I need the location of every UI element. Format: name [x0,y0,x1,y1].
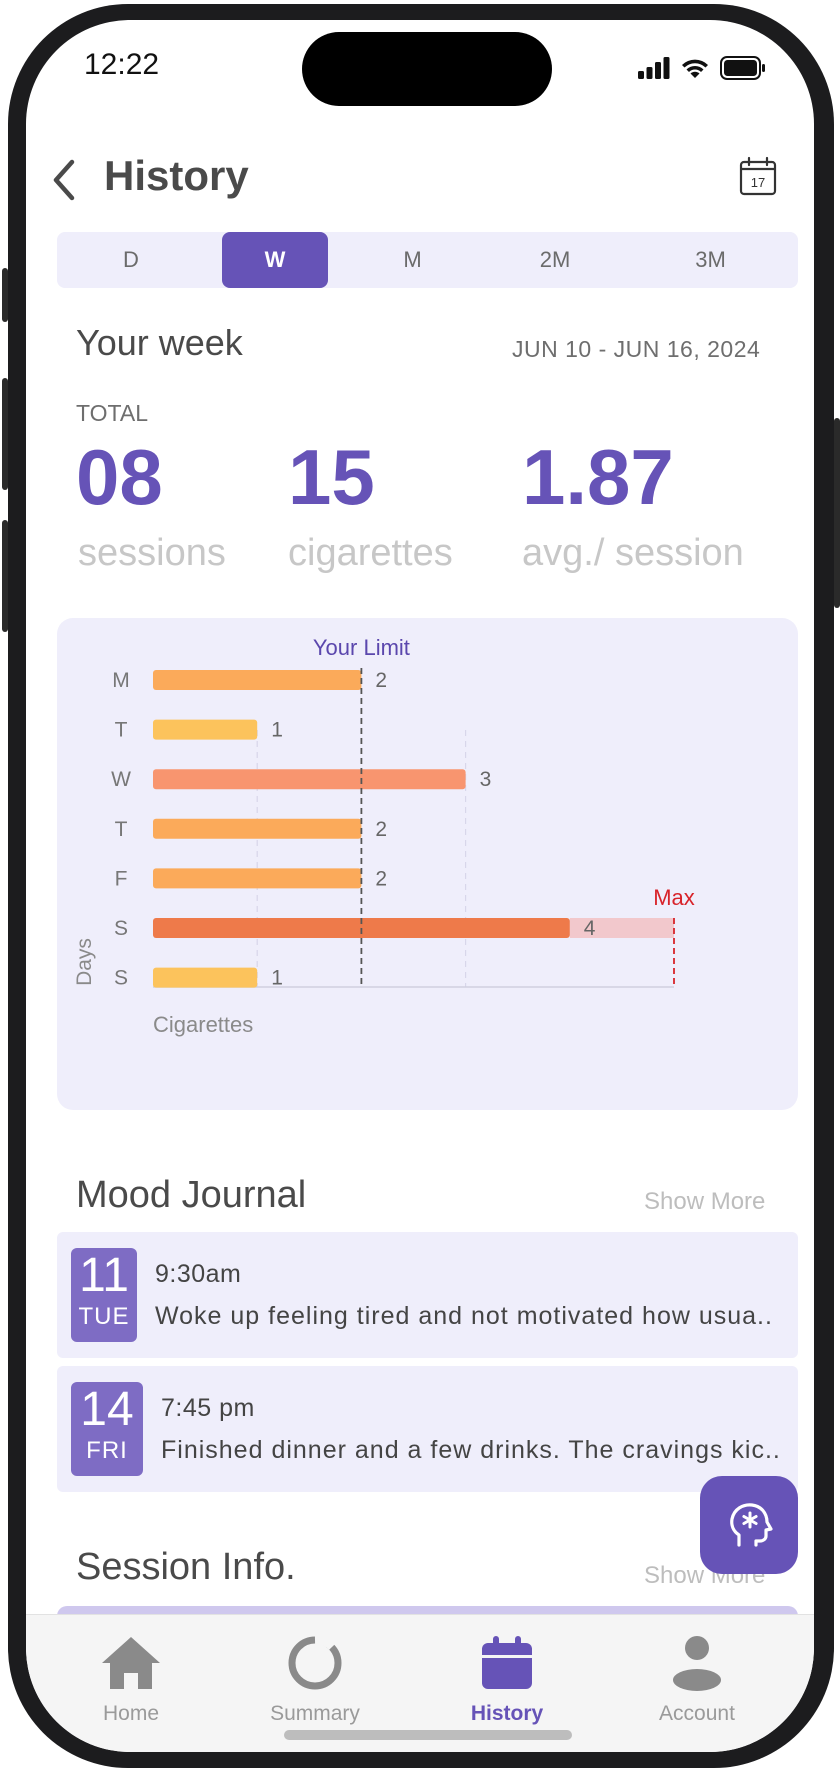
power-button [834,418,840,608]
day-label: T [115,818,128,841]
tab-account-label: Account [659,1702,735,1725]
calendar-icon [482,1636,532,1689]
range-tab-week[interactable]: W [222,232,328,288]
day-label: S [114,917,128,940]
journal-entry-time: 9:30am [155,1260,242,1288]
tab-home-label: Home [102,1702,160,1725]
page-title: History [104,152,249,199]
avg-per-session-label: avg./ session [522,532,744,574]
day-label: M [112,669,130,692]
mind-head-icon [730,1503,773,1547]
tab-history-label: History [470,1702,544,1725]
range-tab-day[interactable]: D [57,232,205,288]
journal-entry-day: 14 [80,1383,134,1436]
sessions-count: 08 [76,433,163,521]
total-label: TOTAL [76,400,148,426]
journal-entry-weekday: FRI [86,1437,128,1464]
tab-account[interactable]: Account [622,1635,772,1726]
max-label: Max [653,885,695,910]
mood-journal-title: Mood Journal [76,1174,307,1216]
range-tab-month[interactable]: M [345,232,480,288]
battery-icon [720,56,765,80]
journal-entry-weekday: TUE [78,1303,130,1330]
tab-history[interactable]: History [432,1635,582,1726]
mood-journal-show-more[interactable]: Show More [644,1188,765,1216]
tab-home[interactable]: Home [56,1635,206,1726]
volume-down-button [2,520,8,632]
range-selector: D W M 2M 3M [57,232,798,288]
bar-value-label: 2 [375,669,387,692]
mindfulness-fab[interactable] [700,1476,798,1574]
bar [153,670,362,690]
ring-icon [288,1636,342,1690]
y-axis-title: Days [73,938,96,986]
mute-switch [2,268,8,322]
x-axis-title: Cigarettes [153,1012,253,1037]
screen: 12:22 History 17 D W M 2M 3M Your week J… [26,20,814,1752]
journal-entry[interactable]: 11 TUE 9:30am Woke up feeling tired and … [57,1232,798,1358]
journal-entry-time: 7:45 pm [161,1394,255,1422]
bar-value-label: 1 [271,719,283,742]
bar-value-label: 4 [584,917,596,940]
calendar-day-number: 17 [751,175,765,190]
bar-value-label: 2 [375,867,387,890]
day-label: S [114,967,128,990]
bar [153,818,362,839]
range-tab-3-months[interactable]: 3M [623,232,798,288]
bar [153,769,466,790]
person-icon [673,1636,721,1691]
week-date-range: JUN 10 - JUN 16, 2024 [512,336,761,362]
journal-entry-text: Woke up feeling tired and not motivated … [155,1302,773,1330]
calendar-icon: 17 [739,156,777,196]
day-label: F [115,867,128,890]
journal-entry-date: 11 TUE [71,1248,137,1342]
journal-entry[interactable]: 14 FRI 7:45 pm Finished dinner and a few… [57,1366,798,1492]
bar-value-label: 2 [375,818,387,841]
home-indicator [284,1730,572,1740]
limit-label: Your Limit [313,635,410,660]
bar [153,868,362,889]
calendar-button[interactable]: 17 [738,156,778,196]
dynamic-island [302,32,552,106]
day-label: T [115,719,128,742]
bar [153,967,258,988]
tab-summary[interactable]: Summary [240,1635,390,1726]
bar-value-label: 3 [480,768,492,791]
wifi-icon [682,59,708,78]
status-time: 12:22 [84,48,160,81]
status-icons [638,56,766,80]
chevron-left-icon [53,159,75,201]
cigarettes-label: cigarettes [288,532,453,574]
sessions-label: sessions [78,532,226,574]
home-icon [102,1637,160,1689]
journal-entry-day: 11 [79,1249,129,1302]
avg-per-session-value: 1.87 [522,433,674,521]
cigarettes-chart-card: M 2 T 1 W 3 T 2 F 2 S 4 S 1 Your Limit Max Cigarettes Day… [57,618,798,1110]
day-label: W [111,768,131,791]
volume-up-button [2,378,8,490]
week-title: Your week [76,322,243,363]
session-info-title: Session Info. [76,1546,296,1588]
cigarettes-per-day-chart: M 2 T 1 W 3 T 2 F 2 S 4 S 1 Your Limit Max Cigarettes Day… [73,635,695,1037]
bar [153,719,258,740]
tab-summary-label: Summary [270,1702,360,1725]
bar-value-label: 1 [271,967,283,990]
back-button[interactable] [48,158,80,207]
cellular-signal-icon [638,57,670,79]
journal-entry-date: 14 FRI [71,1382,143,1476]
journal-entry-text: Finished dinner and a few drinks. The cr… [161,1436,781,1464]
range-tab-2-months[interactable]: 2M [487,232,623,288]
cigarettes-count: 15 [288,433,375,521]
phone-frame: 12:22 History 17 D W M 2M 3M Your week J… [2,4,840,1768]
